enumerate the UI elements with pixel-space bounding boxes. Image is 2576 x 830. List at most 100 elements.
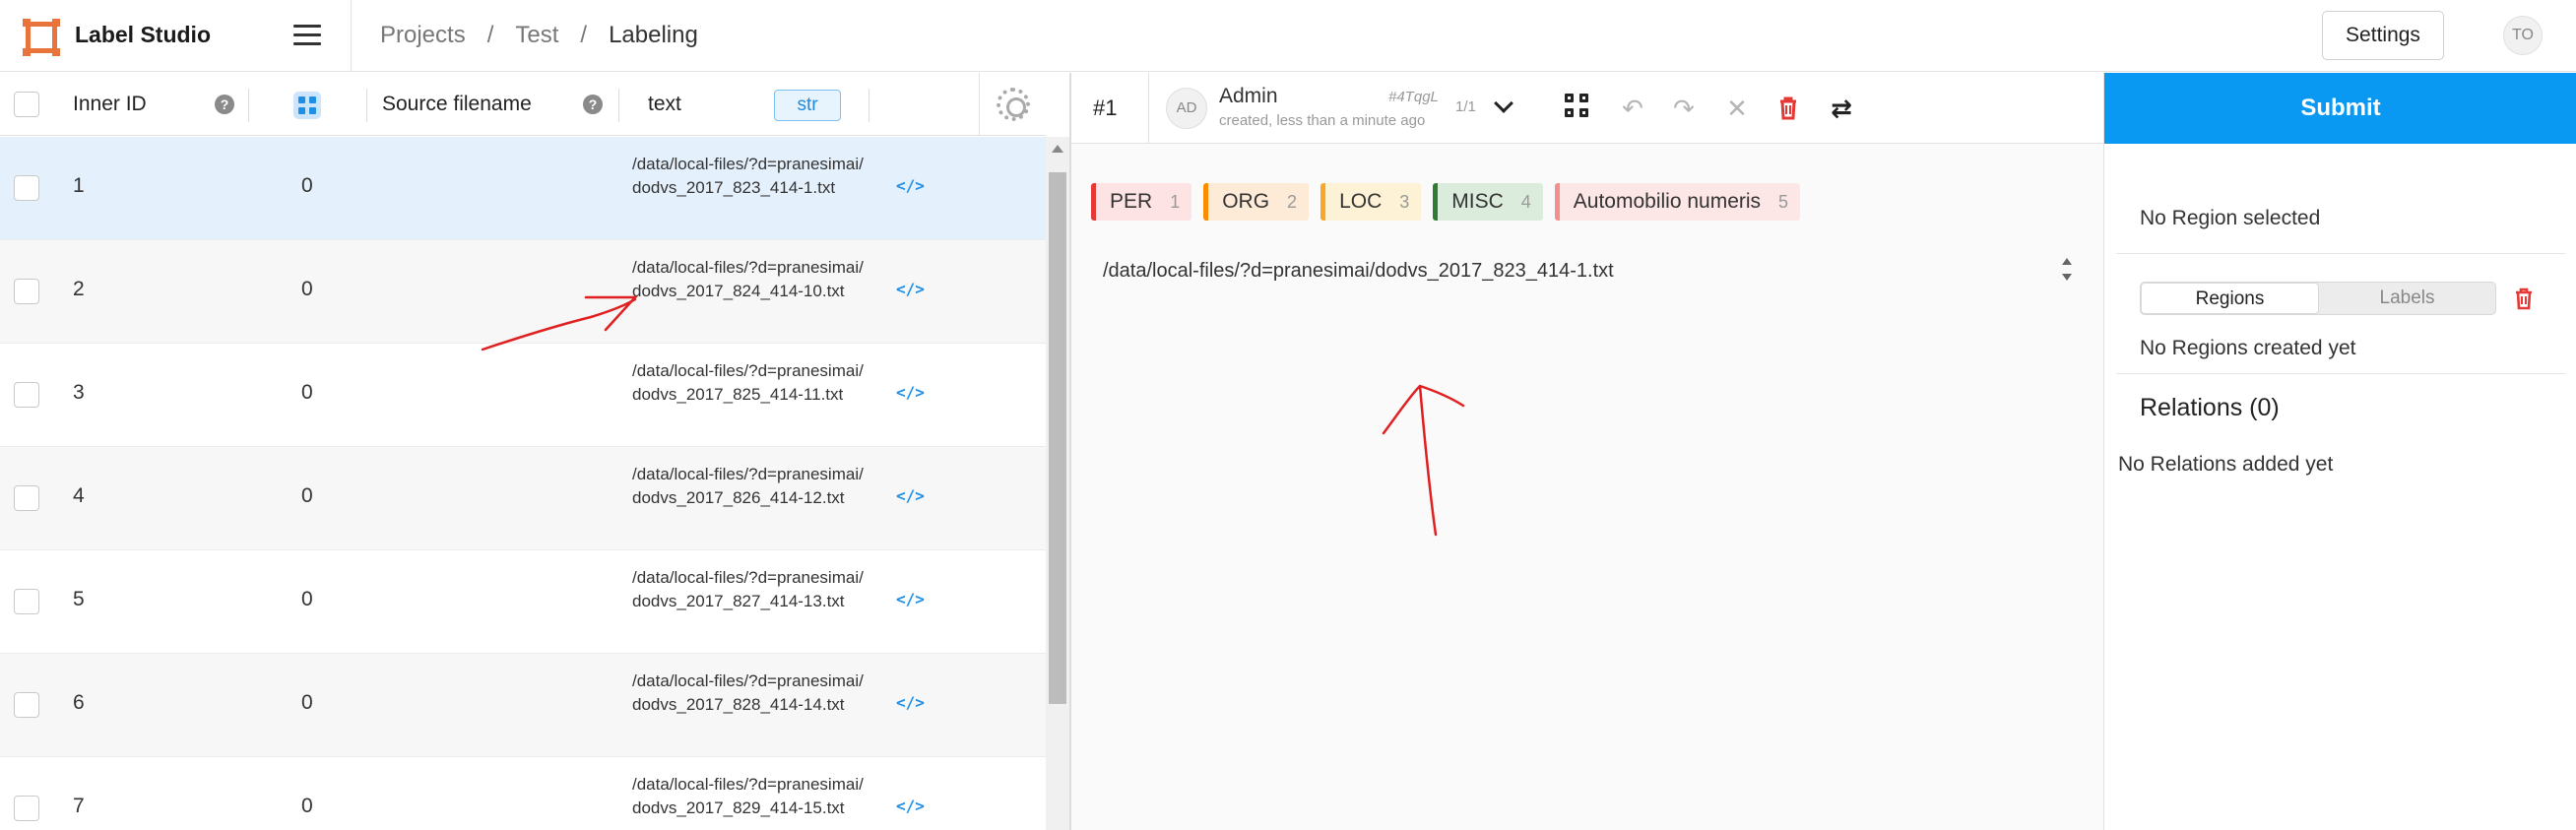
select-all-checkbox[interactable] (14, 92, 39, 117)
label-name: PER (1110, 190, 1153, 213)
table-row[interactable]: 5 0/data/local-files/?d=pranesimai/dodvs_… (0, 550, 1046, 654)
user-avatar[interactable]: TO (2503, 16, 2543, 55)
document-text[interactable]: /data/local-files/?d=pranesimai/dodvs_20… (1103, 260, 1614, 283)
scrollbar-thumb[interactable] (1049, 172, 1066, 704)
delete-regions-icon[interactable] (2508, 284, 2540, 315)
row-checkbox[interactable] (14, 692, 39, 718)
annotations-count-icon[interactable] (293, 92, 321, 119)
breadcrumb-separator: / (580, 22, 588, 48)
row-checkbox[interactable] (14, 485, 39, 511)
breadcrumb-projects[interactable]: Projects (380, 22, 466, 49)
resize-stepper[interactable] (2060, 256, 2074, 286)
row-text: /data/local-files/?d=pranesimai/dodvs_20… (632, 361, 864, 404)
table-header: Inner ID ? Source filename ? text str (0, 73, 1046, 136)
region-details-empty: No Region selected (2140, 207, 2321, 229)
type-badge: str (774, 90, 841, 121)
task-id: #1 (1093, 96, 1118, 120)
annotation-toolbar: #1 AD Admin created, less than a minute … (1071, 73, 2103, 144)
delete-icon[interactable] (1771, 91, 1806, 126)
label-name: ORG (1222, 190, 1270, 213)
help-icon[interactable]: ? (583, 95, 603, 114)
reset-icon[interactable]: ✕ (1719, 91, 1755, 126)
code-icon[interactable]: </> (896, 280, 925, 298)
row-checkbox[interactable] (14, 382, 39, 408)
annotation-count: 1/1 (1455, 98, 1476, 115)
table-body: 1 0/data/local-files/?d=pranesimai/dodvs_… (0, 137, 1046, 830)
code-icon[interactable]: </> (896, 176, 925, 195)
label-name: MISC (1451, 190, 1504, 213)
scroll-up-icon[interactable] (1052, 145, 1063, 153)
row-checkbox[interactable] (14, 796, 39, 821)
table-row[interactable]: 4 0/data/local-files/?d=pranesimai/dodvs_… (0, 447, 1046, 550)
column-text[interactable]: text (648, 73, 681, 136)
label-loc[interactable]: LOC 3 (1320, 183, 1422, 221)
code-icon[interactable]: </> (896, 693, 925, 712)
row-checkbox[interactable] (14, 175, 39, 201)
header-divider (351, 0, 352, 72)
annotator-name: Admin (1219, 85, 1278, 107)
annotator-avatar: AD (1166, 88, 1207, 129)
table-row[interactable]: 1 0/data/local-files/?d=pranesimai/dodvs_… (0, 137, 1046, 240)
help-icon[interactable]: ? (215, 95, 234, 114)
breadcrumb-separator: / (486, 22, 494, 48)
app-title[interactable]: Label Studio (75, 22, 211, 48)
table-row[interactable]: 3 0/data/local-files/?d=pranesimai/dodvs_… (0, 344, 1046, 447)
label-hotkey: 1 (1170, 191, 1181, 212)
label-hotkey: 4 (1520, 191, 1531, 212)
breadcrumb: Projects / Test / Labeling (380, 22, 698, 49)
row-inner-id: 4 (73, 484, 85, 507)
column-source-filename[interactable]: Source filename (382, 73, 532, 136)
scrollbar[interactable] (1046, 137, 1069, 830)
label-org[interactable]: ORG 2 (1203, 183, 1310, 221)
caret-down-icon[interactable] (2062, 274, 2072, 281)
row-inner-id: 6 (73, 691, 85, 714)
grid-view-icon[interactable] (1562, 91, 1597, 126)
label-misc[interactable]: MISC 4 (1433, 183, 1543, 221)
row-checkbox[interactable] (14, 589, 39, 614)
redo-icon[interactable]: ↷ (1666, 91, 1702, 126)
row-annotation-count: 0 (301, 484, 313, 507)
label-studio-logo-icon[interactable] (23, 19, 60, 56)
relations-title: Relations (0) (2140, 394, 2280, 421)
label-automobilio-numeris[interactable]: Automobilio numeris 5 (1554, 183, 1801, 221)
chevron-down-icon[interactable] (1494, 94, 1513, 113)
undo-icon[interactable]: ↶ (1615, 91, 1650, 126)
row-text: /data/local-files/?d=pranesimai/dodvs_20… (632, 465, 864, 507)
caret-up-icon[interactable] (2062, 258, 2072, 265)
table-row[interactable]: 6 0/data/local-files/?d=pranesimai/dodvs_… (0, 654, 1046, 757)
breadcrumb-project[interactable]: Test (515, 22, 558, 49)
gear-icon[interactable] (997, 88, 1030, 121)
label-name: Automobilio numeris (1573, 190, 1762, 213)
row-annotation-count: 0 (301, 588, 313, 610)
row-annotation-count: 0 (301, 174, 313, 197)
tab-regions[interactable]: Regions (2141, 283, 2319, 314)
label-hotkey: 5 (1778, 191, 1789, 212)
row-checkbox[interactable] (14, 279, 39, 304)
label-per[interactable]: PER 1 (1091, 183, 1192, 221)
code-icon[interactable]: </> (896, 590, 925, 608)
row-annotation-count: 0 (301, 278, 313, 300)
settings-button[interactable]: Settings (2322, 11, 2444, 60)
column-inner-id[interactable]: Inner ID (73, 73, 147, 136)
swap-icon[interactable]: ⇄ (1824, 91, 1859, 126)
divider (2116, 373, 2565, 374)
toolbar-divider (1148, 73, 1149, 144)
row-text: /data/local-files/?d=pranesimai/dodvs_20… (632, 671, 864, 714)
label-name: LOC (1339, 190, 1383, 213)
table-row[interactable]: 2 0/data/local-files/?d=pranesimai/dodvs_… (0, 240, 1046, 344)
row-inner-id: 1 (73, 174, 85, 197)
annotation-hash: #4TqgL (1388, 89, 1439, 105)
menu-icon[interactable] (293, 25, 321, 46)
column-divider (618, 89, 619, 122)
submit-button[interactable]: Submit (2104, 73, 2576, 144)
code-icon[interactable]: </> (896, 797, 925, 815)
top-header: Label Studio Projects / Test / Labeling … (0, 0, 2576, 72)
table-row[interactable]: 7 0/data/local-files/?d=pranesimai/dodvs_… (0, 757, 1046, 830)
code-icon[interactable]: </> (896, 486, 925, 505)
row-text: /data/local-files/?d=pranesimai/dodvs_20… (632, 258, 864, 300)
row-annotation-count: 0 (301, 691, 313, 714)
code-icon[interactable]: </> (896, 383, 925, 402)
row-inner-id: 7 (73, 795, 85, 817)
column-settings[interactable] (979, 73, 1046, 136)
tab-labels[interactable]: Labels (2319, 283, 2495, 314)
